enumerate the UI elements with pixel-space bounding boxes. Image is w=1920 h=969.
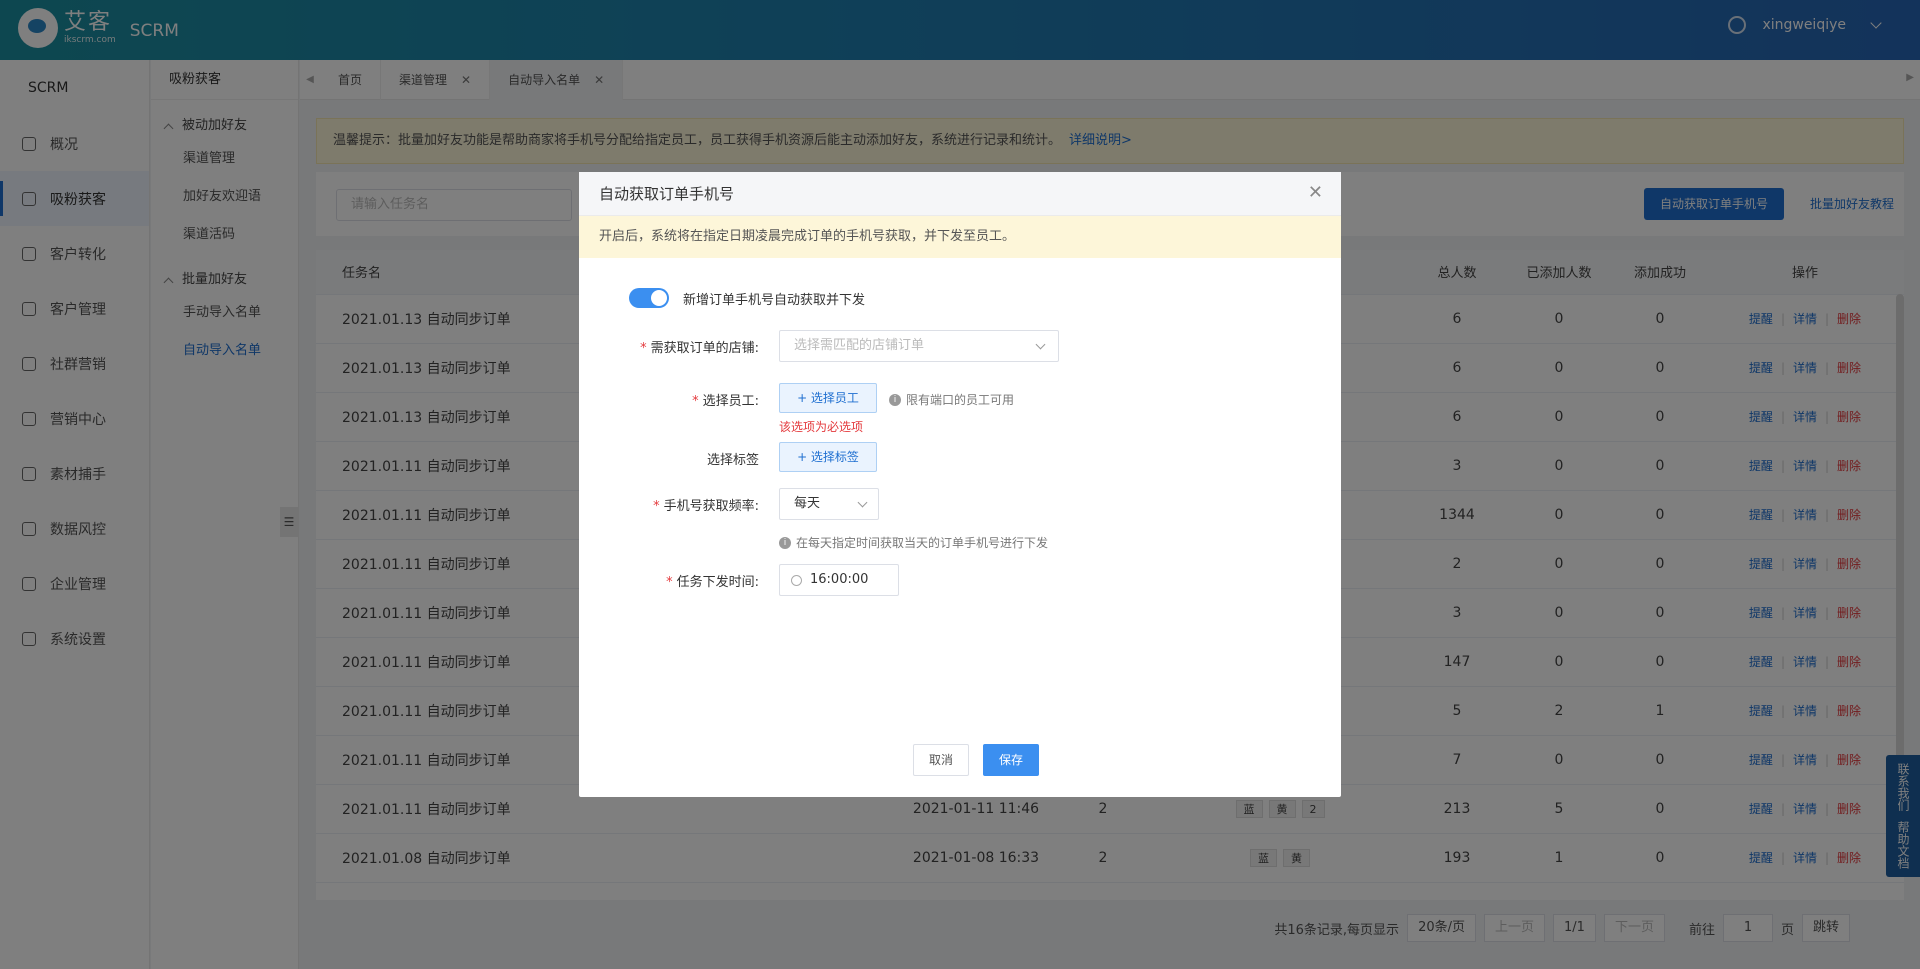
staff-hint-text: 限有端口的员工可用	[906, 393, 1015, 407]
dialog-title: 自动获取订单手机号	[599, 185, 735, 203]
freq-value: 每天	[794, 496, 821, 511]
staff-error: 该选项为必选项	[779, 420, 864, 434]
info-icon: i	[779, 536, 791, 549]
select-tag-button[interactable]: + 选择标签	[779, 442, 877, 472]
time-value: 16:00:00	[810, 572, 869, 587]
staff-label-text: 选择员工:	[702, 394, 759, 409]
freq-label-text: 手机号获取频率:	[663, 499, 759, 514]
shop-label-text: 需获取订单的店铺:	[650, 341, 759, 356]
save-button[interactable]: 保存	[983, 744, 1039, 776]
freq-hint-text: 在每天指定时间获取当天的订单手机号进行下发	[796, 536, 1049, 550]
shop-select[interactable]: 选择需匹配的店铺订单	[779, 330, 1059, 362]
cancel-button[interactable]: 取消	[913, 744, 969, 776]
close-icon[interactable]: ✕	[1308, 184, 1323, 202]
frequency-select[interactable]: 每天	[779, 488, 879, 520]
time-label-text: 任务下发时间:	[676, 575, 759, 590]
tag-label-text: 选择标签	[706, 453, 759, 468]
staff-hint: i 限有端口的员工可用	[889, 391, 1014, 408]
dialog-form: 新增订单手机号自动获取并下发 * 需获取订单的店铺: 选择需匹配的店铺订单 * 选择…	[579, 258, 1341, 698]
freq-label: * 手机号获取频率:	[653, 499, 759, 514]
dialog-tip: 开启后，系统将在指定日期凌晨完成订单的手机号获取，并下发至员工。	[579, 216, 1341, 258]
auto-fetch-switch[interactable]	[629, 288, 669, 308]
dialog-header: 自动获取订单手机号 ✕	[579, 172, 1341, 216]
dialog-footer: 取消 保存	[579, 744, 1341, 776]
switch-label: 新增订单手机号自动获取并下发	[683, 293, 866, 308]
clock-icon	[791, 575, 802, 586]
info-icon: i	[889, 393, 901, 406]
tag-label: 选择标签	[579, 449, 759, 468]
shop-placeholder: 选择需匹配的店铺订单	[794, 338, 925, 353]
chevron-down-icon	[1035, 339, 1046, 350]
shop-label: * 需获取订单的店铺:	[640, 341, 759, 356]
select-staff-button[interactable]: + 选择员工	[779, 383, 877, 413]
auto-fetch-dialog: 自动获取订单手机号 ✕ 开启后，系统将在指定日期凌晨完成订单的手机号获取，并下发…	[579, 172, 1341, 797]
time-label: * 任务下发时间:	[666, 575, 759, 590]
dispatch-time-input[interactable]: 16:00:00	[779, 564, 899, 596]
staff-label: * 选择员工:	[692, 394, 759, 409]
chevron-down-icon	[857, 497, 868, 508]
freq-hint: i 在每天指定时间获取当天的订单手机号进行下发	[779, 534, 1048, 551]
